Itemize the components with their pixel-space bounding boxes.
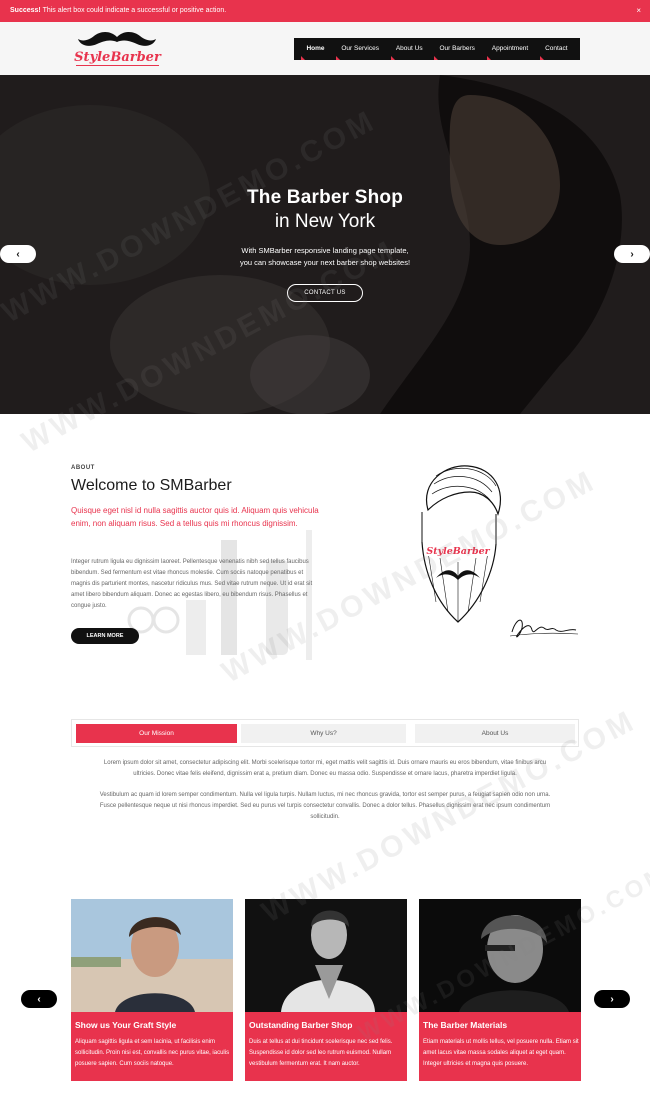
card-text-3: Etiam materials ut mollis tellus, vel po… bbox=[423, 1039, 579, 1067]
card-title-1: Show us Your Graft Style bbox=[75, 1020, 177, 1030]
site-header: StyleBarber Home Our Services About Us O… bbox=[0, 22, 650, 75]
tab-about-us[interactable]: About Us bbox=[415, 724, 575, 743]
hero-prev-button[interactable]: ‹ bbox=[0, 245, 36, 263]
card-graft-style[interactable]: Show us Your Graft Style Aliquam sagitti… bbox=[71, 899, 233, 1081]
alert-text: This alert box could indicate a successf… bbox=[40, 7, 227, 14]
hero-next-button[interactable]: › bbox=[614, 245, 650, 263]
learn-more-button[interactable]: LEARN MORE bbox=[71, 628, 139, 644]
alert-strong: Success! bbox=[10, 7, 41, 14]
hero-description-line-1: With SMBarber responsive landing page te… bbox=[241, 246, 409, 255]
nav-home[interactable]: Home bbox=[301, 38, 329, 60]
about-body: Integer rutrum ligula eu dignissim laore… bbox=[71, 559, 313, 609]
main-nav: Home Our Services About Us Our Barbers A… bbox=[294, 38, 580, 60]
nav-contact[interactable]: Contact bbox=[540, 38, 572, 60]
nav-about-us[interactable]: About Us bbox=[390, 38, 428, 60]
hero-subtitle: in New York bbox=[274, 211, 376, 232]
about-label: ABOUT bbox=[71, 465, 95, 471]
alert-close-button[interactable]: × bbox=[636, 0, 641, 22]
success-alert: Success! This alert box could indicate a… bbox=[0, 0, 650, 22]
tab-paragraph-2-line-3: sollicitudin. bbox=[310, 814, 340, 820]
hero-description: With SMBarber responsive landing page te… bbox=[0, 245, 650, 269]
tab-paragraph-1: Lorem ipsum dolor sit amet, consectetur … bbox=[80, 758, 570, 780]
logo[interactable]: StyleBarber bbox=[70, 30, 165, 68]
tabs-container: Our Mission Why Us? About Us bbox=[71, 719, 579, 747]
contact-us-button[interactable]: CONTACT US bbox=[287, 284, 363, 302]
cards-next-button[interactable]: › bbox=[594, 990, 630, 1008]
card-photo-2 bbox=[245, 899, 407, 1012]
tab-paragraph-1-line-1: Lorem ipsum dolor sit amet, consectetur … bbox=[103, 760, 547, 766]
signature-image bbox=[509, 619, 579, 638]
logo-text: StyleBarber bbox=[74, 50, 161, 65]
card-title-3: The Barber Materials bbox=[423, 1020, 508, 1030]
mustache-icon bbox=[78, 32, 156, 46]
tab-our-mission[interactable]: Our Mission bbox=[76, 724, 237, 743]
tab-paragraph-1-line-2: ultricies. Donec vitae felis eleifend, d… bbox=[133, 771, 517, 777]
tab-paragraph-2-line-1: Vestibulum ac quam id lorem semper condi… bbox=[99, 792, 551, 798]
card-text-2: Duis at tellus at dui tincidunt sceleris… bbox=[249, 1039, 393, 1067]
nav-our-services[interactable]: Our Services bbox=[336, 38, 384, 60]
hero-content: The Barber Shop in New York With SMBarbe… bbox=[0, 187, 650, 302]
nav-appointment[interactable]: Appointment bbox=[486, 38, 534, 60]
hero-slider: The Barber Shop in New York With SMBarbe… bbox=[0, 75, 650, 414]
about-lead: Quisque eget nisl id nulla sagittis auct… bbox=[71, 506, 319, 528]
card-text-1: Aliquam sagittis ligula et sem lacinia, … bbox=[75, 1039, 230, 1067]
tab-paragraph-2-line-2: Fusce pellentesque neque ut nisi rhoncus… bbox=[99, 803, 551, 809]
tab-why-us[interactable]: Why Us? bbox=[241, 724, 406, 743]
card-outstanding-shop[interactable]: Outstanding Barber Shop Duis at tellus a… bbox=[245, 899, 407, 1081]
tab-paragraph-2: Vestibulum ac quam id lorem semper condi… bbox=[80, 790, 570, 823]
logo-underline bbox=[76, 65, 159, 66]
card-photo-1 bbox=[71, 899, 233, 1012]
hero-description-line-2: you can showcase your next barber shop w… bbox=[239, 258, 411, 267]
card-title-2: Outstanding Barber Shop bbox=[249, 1020, 353, 1030]
nav-our-barbers[interactable]: Our Barbers bbox=[434, 38, 479, 60]
card-barber-materials[interactable]: The Barber Materials Etiam materials ut … bbox=[419, 899, 581, 1081]
hero-title: The Barber Shop bbox=[246, 187, 404, 208]
page: Success! This alert box could indicate a… bbox=[0, 0, 650, 1111]
cards-prev-button[interactable]: ‹ bbox=[21, 990, 57, 1008]
face-badge-text: StyleBarber bbox=[426, 546, 490, 557]
card-photo-3 bbox=[419, 899, 581, 1012]
about-title: Welcome to SMBarber bbox=[71, 477, 232, 494]
